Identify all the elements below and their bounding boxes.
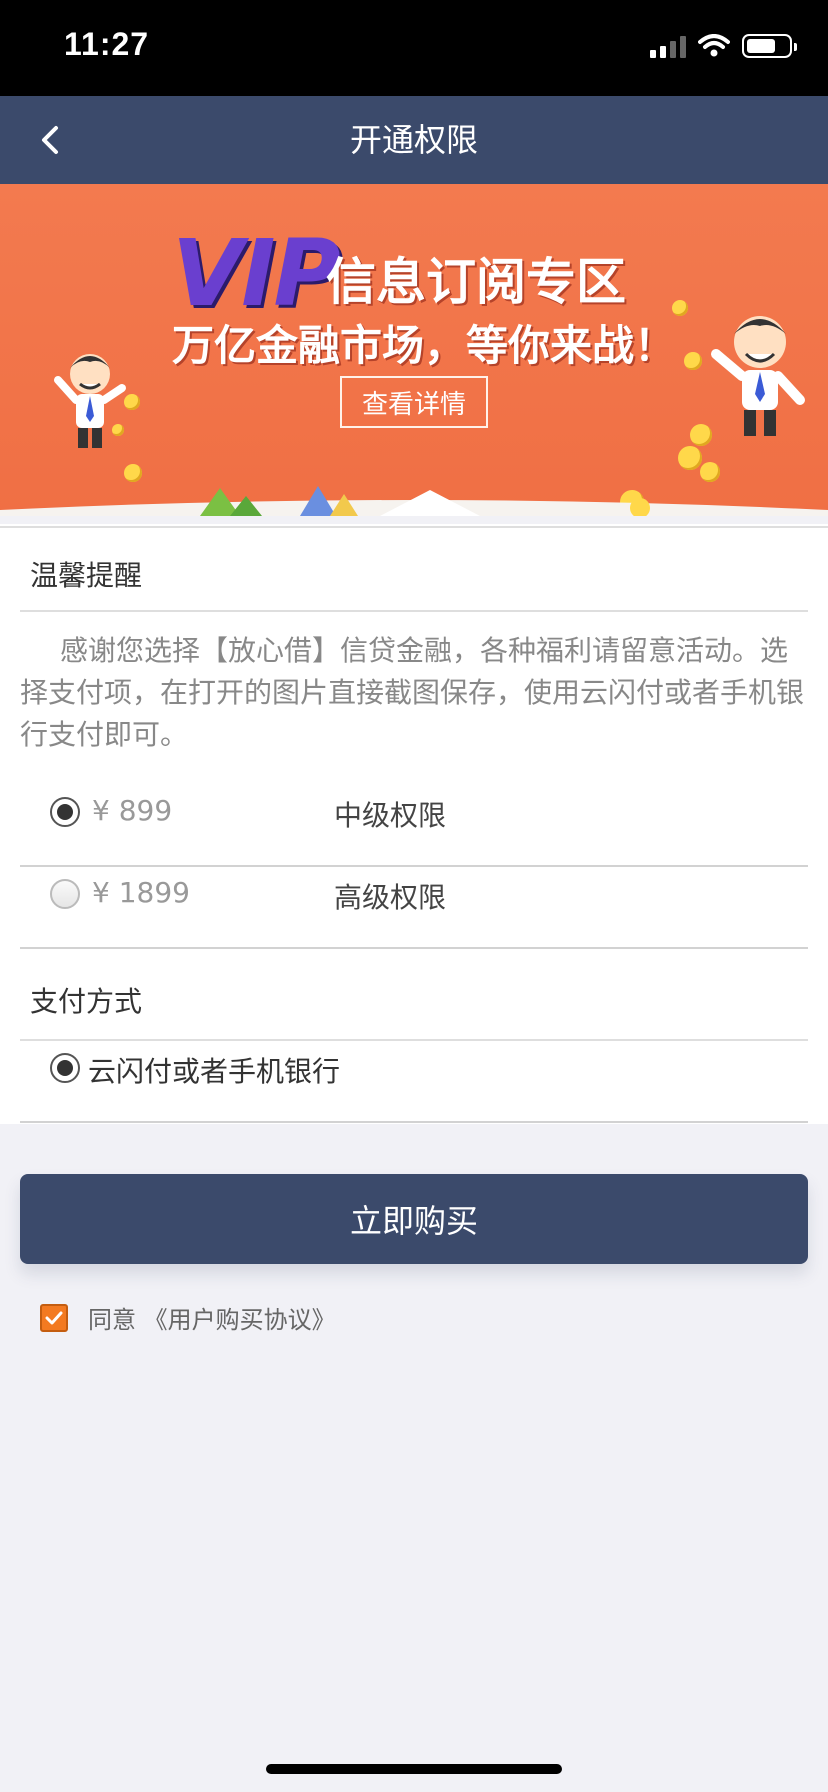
wifi-icon <box>698 34 730 57</box>
divider <box>20 610 808 612</box>
page-title: 开通权限 <box>349 121 478 159</box>
buy-now-button[interactable]: 立即购买 <box>20 1174 808 1264</box>
view-details-button[interactable]: 查看详情 <box>340 376 488 428</box>
cartoon-man-right-illustration <box>711 316 805 436</box>
plan-radio-selected[interactable] <box>50 797 80 827</box>
payment-method-label: 云闪付或者手机银行 <box>88 1055 341 1088</box>
banner-headline: 信息订阅专区 <box>326 253 626 311</box>
payment-radio-selected[interactable] <box>50 1053 80 1083</box>
divider <box>20 865 808 867</box>
banner-vip-text: VIP <box>172 220 341 327</box>
battery-icon <box>742 34 797 58</box>
content-card: 温馨提醒 感谢您选择【放心借】信贷金融，各种福利请留意活动。选择支付项，在打开的… <box>0 524 828 1124</box>
vip-promo-banner[interactable]: VIP 信息订阅专区 万亿金融市场，等你来战！ 查看详情 <box>0 184 828 516</box>
home-indicator <box>266 1764 562 1774</box>
coin-icon <box>672 300 688 316</box>
plan-price: ¥ 1899 <box>92 876 190 909</box>
checkmark-icon <box>45 1311 63 1325</box>
plan-price: ¥ 899 <box>92 794 173 827</box>
agree-checkbox[interactable] <box>40 1304 68 1332</box>
status-icons <box>650 34 797 58</box>
cellular-signal-icon <box>650 34 686 58</box>
coin-icon <box>678 446 702 470</box>
status-bar: 11:27 <box>0 0 828 96</box>
divider <box>20 1121 808 1123</box>
banner-ground-decoration <box>0 486 828 516</box>
reminder-text: 感谢您选择【放心借】信贷金融，各种福利请留意活动。选择支付项，在打开的图片直接截… <box>20 634 805 751</box>
plan-name: 中级权限 <box>334 799 447 832</box>
cartoon-man-left-illustration <box>54 354 126 448</box>
status-time: 11:27 <box>64 26 150 62</box>
payment-method-title: 支付方式 <box>30 985 143 1018</box>
reminder-title: 温馨提醒 <box>30 559 143 592</box>
divider <box>20 1039 808 1041</box>
banner-subheadline: 万亿金融市场，等你来战！ <box>172 321 677 370</box>
purchase-agreement-link[interactable]: 同意 《用户购买协议》 <box>88 1300 336 1335</box>
divider <box>20 947 808 949</box>
plan-radio-unselected[interactable] <box>50 879 80 909</box>
navigation-bar: 开通权限 <box>0 96 828 184</box>
plan-name: 高级权限 <box>334 881 447 914</box>
divider <box>0 526 828 528</box>
